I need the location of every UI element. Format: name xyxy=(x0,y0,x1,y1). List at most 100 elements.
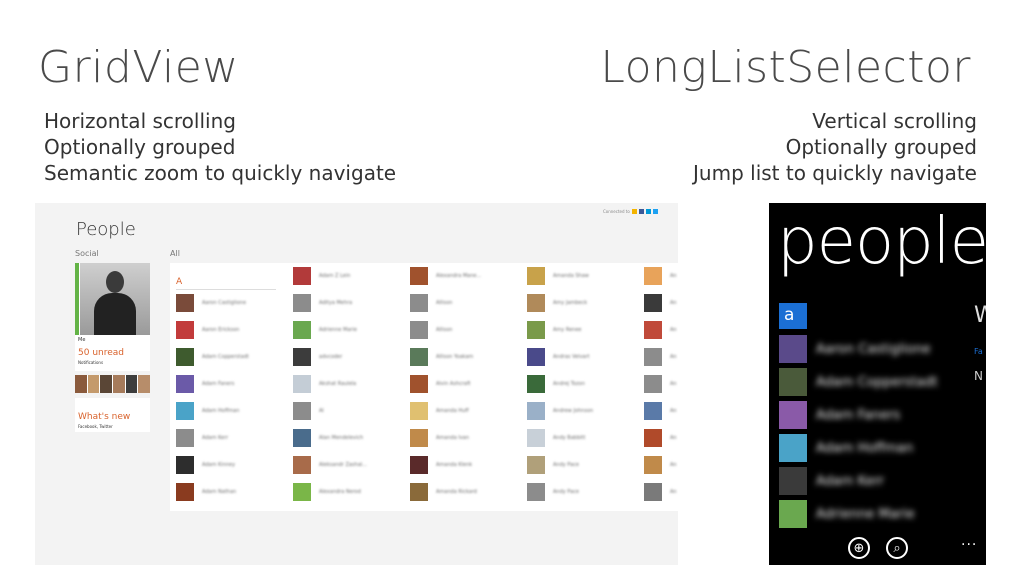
contact-item[interactable]: Alexandra Nerod xyxy=(293,482,361,502)
add-icon[interactable]: ⊕ xyxy=(848,537,870,559)
contact-item[interactable]: Amanda Klenk xyxy=(410,455,472,475)
contact-item[interactable]: An xyxy=(644,320,677,340)
all-section-label: All xyxy=(170,249,180,258)
contact-item[interactable]: Allison xyxy=(410,293,452,313)
jump-list-tile-a[interactable]: a xyxy=(779,303,807,329)
longlistselector-title: LongListSelector xyxy=(600,42,971,93)
contact-name: Aleksandr Zashal... xyxy=(319,462,367,468)
contact-item[interactable]: Adam Z Lein xyxy=(293,266,350,286)
contact-avatar xyxy=(293,348,311,366)
contact-item[interactable]: An xyxy=(644,374,677,394)
contact-item[interactable]: Aaron Erickson xyxy=(176,320,239,340)
phone-contact-item[interactable]: Adam Copperstadt xyxy=(779,368,938,396)
facebook-icon[interactable] xyxy=(638,209,644,214)
contact-item[interactable]: Andrew Johnson xyxy=(527,401,593,421)
contact-item[interactable]: Amanda Huff xyxy=(410,401,469,421)
contact-item[interactable]: Amanda Ivan xyxy=(410,428,469,448)
contact-item[interactable]: Amy Jambeck xyxy=(527,293,587,313)
contact-item[interactable]: Aaron Castiglione xyxy=(176,293,246,313)
gridview-feature: Horizontal scrolling xyxy=(44,109,236,133)
contact-name: An xyxy=(670,381,677,387)
contact-avatar xyxy=(527,483,545,501)
phone-contact-item[interactable]: Adrienne Marie xyxy=(779,500,915,528)
pivot-peek-link[interactable]: Fa xyxy=(974,347,983,356)
contact-item[interactable]: Aleksandr Zashal... xyxy=(293,455,367,475)
pivot-peek-header[interactable]: W xyxy=(974,303,986,328)
contact-avatar xyxy=(527,375,545,393)
contact-avatar xyxy=(644,483,662,501)
contact-item[interactable]: Andy Pace xyxy=(527,482,579,502)
contact-name: Alvin Ashcraft xyxy=(436,381,471,387)
more-icon[interactable]: ... xyxy=(961,533,977,549)
contact-name: Andrej Tozon xyxy=(553,381,585,387)
contact-item[interactable]: Amanda Shaw xyxy=(527,266,589,286)
contact-item[interactable]: An xyxy=(644,266,677,286)
contact-item[interactable]: Andras Velvart xyxy=(527,347,590,367)
contact-item[interactable]: Adam Faners xyxy=(176,374,234,394)
contact-item[interactable]: Allison xyxy=(410,320,452,340)
contact-avatar xyxy=(410,429,428,447)
connected-services: Connected to xyxy=(603,209,658,214)
skype-icon[interactable] xyxy=(645,209,651,214)
contact-item[interactable]: An xyxy=(644,428,677,448)
contact-item[interactable]: Adam Kerr xyxy=(176,428,228,448)
phone-contact-item[interactable]: Adam Kerr xyxy=(779,467,884,495)
contact-item[interactable]: Adam Kinney xyxy=(176,455,235,475)
contact-item[interactable]: Amanda Rickard xyxy=(410,482,477,502)
phone-contact-name: Aaron Castiglione xyxy=(816,341,931,357)
contact-item[interactable]: Alvin Ashcraft xyxy=(410,374,471,394)
contact-item[interactable]: Adam Copperstadt xyxy=(176,347,249,367)
friend-thumbnail xyxy=(100,375,113,393)
contact-name: Adam Hoffman xyxy=(202,408,240,414)
connected-label: Connected to xyxy=(603,209,630,214)
contact-item[interactable]: Andrej Tozon xyxy=(527,374,585,394)
service-icon[interactable] xyxy=(631,209,637,214)
friends-photo-strip[interactable] xyxy=(75,375,151,393)
contact-item[interactable]: Andy Pace xyxy=(527,455,579,475)
phone-contact-item[interactable]: Adam Faners xyxy=(779,401,900,429)
contact-item[interactable]: Allison Yoakam xyxy=(410,347,473,367)
contact-item[interactable]: An xyxy=(644,482,677,502)
contact-name: Allison xyxy=(436,327,453,333)
contact-item[interactable]: Andy Babbitt xyxy=(527,428,585,448)
contact-item[interactable]: Aditya Mehra xyxy=(293,293,352,313)
contacts-gridview[interactable]: A Aaron Castiglione Aaron Erickson Adam Co… xyxy=(170,263,678,511)
contact-item[interactable]: Amy Renee xyxy=(527,320,582,340)
contact-name: Aaron Erickson xyxy=(202,327,240,333)
contact-item[interactable]: An xyxy=(644,401,677,421)
longlistselector-feature: Optionally grouped xyxy=(785,135,977,159)
contact-item[interactable]: Alexandra Mane... xyxy=(410,266,481,286)
contact-item[interactable]: Alan Mendelevich xyxy=(293,428,363,448)
contact-item[interactable]: An xyxy=(644,293,677,313)
contact-item[interactable]: Akshat Raulela xyxy=(293,374,356,394)
contact-avatar xyxy=(527,348,545,366)
whats-new-tile[interactable]: What's new Facebook, Twitter xyxy=(75,398,150,432)
contact-item[interactable]: Al xyxy=(293,401,324,421)
gridview-feature: Optionally grouped xyxy=(44,135,236,159)
phone-contact-avatar xyxy=(779,401,807,429)
group-header-a[interactable]: A xyxy=(176,277,182,287)
contact-item[interactable]: Adrienne Marie xyxy=(293,320,357,340)
contact-item[interactable]: An xyxy=(644,455,677,475)
contact-name: An xyxy=(670,273,677,279)
contact-avatar xyxy=(410,483,428,501)
contact-name: Al xyxy=(319,408,324,414)
contact-avatar xyxy=(293,402,311,420)
phone-contact-item[interactable]: Adam Hoffman xyxy=(779,434,913,462)
friend-thumbnail xyxy=(75,375,87,393)
contact-name: Andy Babbitt xyxy=(553,435,586,441)
search-icon[interactable]: ⌕ xyxy=(886,537,908,559)
contact-avatar xyxy=(176,321,194,339)
phone-contact-item[interactable]: Aaron Castiglione xyxy=(779,335,930,363)
contact-item[interactable]: Adam Nathan xyxy=(176,482,236,502)
me-tile[interactable]: Me 50 unread Notifications xyxy=(75,263,150,371)
contact-avatar xyxy=(644,375,662,393)
contact-name: Allison xyxy=(436,300,453,306)
contact-item[interactable]: advcoder xyxy=(293,347,342,367)
contact-name: Andrew Johnson xyxy=(553,408,594,414)
contact-item[interactable]: An xyxy=(644,347,677,367)
twitter-icon[interactable] xyxy=(652,209,658,214)
contact-avatar xyxy=(176,429,194,447)
notifications-label: Notifications xyxy=(78,360,104,365)
contact-item[interactable]: Adam Hoffman xyxy=(176,401,239,421)
